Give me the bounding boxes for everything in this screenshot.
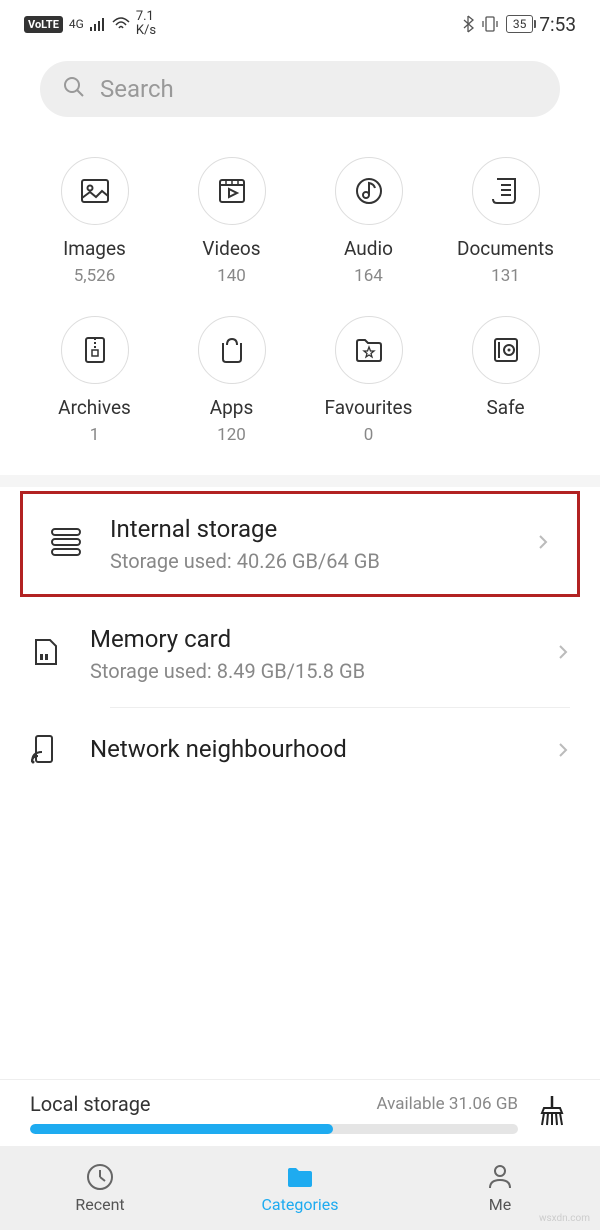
vibrate-icon <box>480 15 500 33</box>
chevron-right-icon <box>554 643 572 665</box>
local-storage-available: Available 31.06 GB <box>376 1094 518 1114</box>
clock-icon <box>85 1162 115 1192</box>
search-icon <box>62 75 86 103</box>
network-label: 4G <box>69 17 84 31</box>
network-neighbourhood-item[interactable]: Network neighbourhood <box>0 708 600 796</box>
chevron-right-icon <box>534 533 552 555</box>
battery-indicator: 35 <box>506 15 534 33</box>
category-grid: Images 5,526 Videos 140 Audio 164 Docume… <box>0 137 600 475</box>
speed-indicator: 7.1 K/s <box>136 10 156 39</box>
nav-categories[interactable]: Categories <box>200 1162 400 1214</box>
category-videos[interactable]: Videos 140 <box>163 157 300 286</box>
clock: 7:53 <box>539 13 576 36</box>
search-bar[interactable]: Search <box>40 61 560 117</box>
images-icon <box>78 174 112 208</box>
category-archives[interactable]: Archives 1 <box>26 316 163 445</box>
bluetooth-icon <box>462 15 474 33</box>
bottom-nav: Recent Categories Me <box>0 1146 600 1230</box>
clean-icon[interactable] <box>534 1093 570 1133</box>
category-documents[interactable]: Documents 131 <box>437 157 574 286</box>
safe-icon <box>489 333 523 367</box>
storage-subtitle: Storage used: 8.49 GB/15.8 GB <box>90 659 528 683</box>
section-divider <box>0 475 600 487</box>
category-apps[interactable]: Apps 120 <box>163 316 300 445</box>
category-favourites[interactable]: Favourites 0 <box>300 316 437 445</box>
memory-card-item[interactable]: Memory card Storage used: 8.49 GB/15.8 G… <box>0 601 600 707</box>
memory-card-icon <box>28 634 64 674</box>
videos-icon <box>215 174 249 208</box>
category-audio[interactable]: Audio 164 <box>300 157 437 286</box>
signal-icon <box>90 17 106 31</box>
internal-storage-icon <box>48 524 84 564</box>
storage-progress-fill <box>30 1124 333 1134</box>
status-bar: VoLTE 4G 7.1 K/s 35 7:53 <box>0 0 600 49</box>
local-storage-title: Local storage <box>30 1092 151 1116</box>
local-storage-bar[interactable]: Local storage Available 31.06 GB <box>0 1079 600 1146</box>
storage-progress <box>30 1124 518 1134</box>
storage-title: Memory card <box>90 625 528 653</box>
audio-icon <box>352 174 386 208</box>
apps-icon <box>215 333 249 367</box>
storage-title: Network neighbourhood <box>90 735 528 763</box>
watermark: wsxdn.com <box>539 1213 590 1224</box>
search-placeholder: Search <box>100 75 174 103</box>
documents-icon <box>489 174 523 208</box>
folder-icon <box>285 1162 315 1192</box>
internal-storage-item[interactable]: Internal storage Storage used: 40.26 GB/… <box>20 491 580 597</box>
category-images[interactable]: Images 5,526 <box>26 157 163 286</box>
wifi-icon <box>112 17 130 31</box>
nav-me[interactable]: Me <box>400 1162 600 1214</box>
category-safe[interactable]: Safe <box>437 316 574 445</box>
storage-list: Internal storage Storage used: 40.26 GB/… <box>0 491 600 796</box>
archives-icon <box>78 333 112 367</box>
network-icon <box>28 732 64 772</box>
storage-title: Internal storage <box>110 515 508 543</box>
chevron-right-icon <box>554 741 572 763</box>
person-icon <box>485 1162 515 1192</box>
volte-badge: VoLTE <box>24 16 63 33</box>
storage-subtitle: Storage used: 40.26 GB/64 GB <box>110 549 508 573</box>
favourites-icon <box>352 333 386 367</box>
nav-recent[interactable]: Recent <box>0 1162 200 1214</box>
